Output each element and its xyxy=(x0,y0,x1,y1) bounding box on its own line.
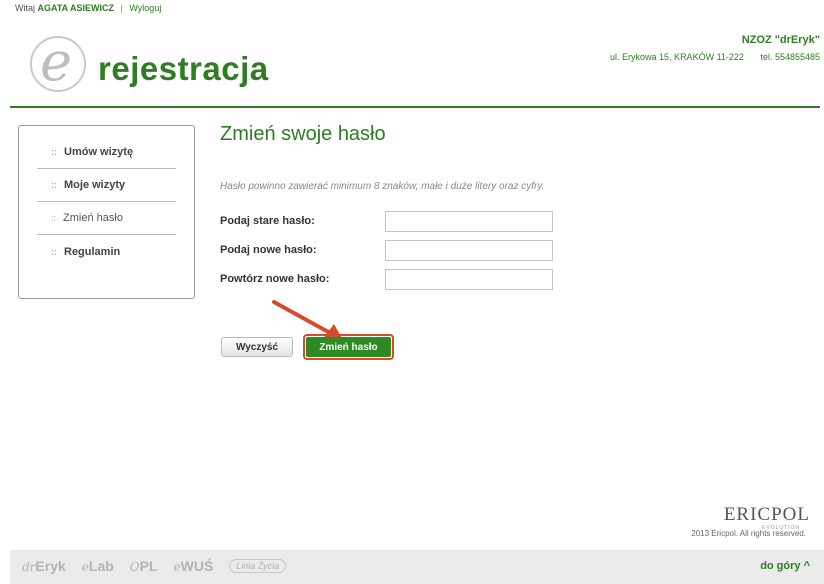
brand-name: WUŚ xyxy=(180,558,214,574)
footer: drEryk eLab OPL eWUŚ Linia Życia do góry… xyxy=(10,550,824,584)
change-password-button[interactable]: Zmień hasło xyxy=(306,337,391,357)
brand-prefix: e xyxy=(173,560,181,574)
logo-letter: e xyxy=(40,30,72,93)
footer-brand-ewus[interactable]: eWUŚ xyxy=(174,558,214,574)
brand-prefix: dr xyxy=(22,560,36,574)
clinic-address: ul. Erykowa 15, KRAKÓW 11-222 xyxy=(610,52,744,62)
sidebar-item-my-visits[interactable]: :: Moje wizyty xyxy=(37,169,176,202)
clinic-contact: ul. Erykowa 15, KRAKÓW 11-222 tel. 55485… xyxy=(610,52,820,62)
sidebar-item-label: Umów wizytę xyxy=(64,146,134,158)
sidebar-menu: :: Umów wizytę :: Moje wizyty :: Zmień h… xyxy=(18,125,195,299)
repeat-password-input[interactable] xyxy=(385,269,553,290)
header-divider xyxy=(10,106,820,108)
repeat-password-label: Powtórz nowe hasło: xyxy=(220,273,330,285)
footer-brands: drEryk eLab OPL eWUŚ Linia Życia xyxy=(22,558,287,574)
brand-name: PL xyxy=(139,558,158,574)
logout-link[interactable]: Wyloguj xyxy=(129,3,161,13)
sidebar-item-regulations[interactable]: :: Regulamin xyxy=(37,235,176,268)
separator: | xyxy=(120,3,123,13)
header: e rejestracja NZOZ "drEryk" ul. Erykowa … xyxy=(10,18,820,108)
bullet-icon: :: xyxy=(51,147,57,157)
page-title: Zmień swoje hasło xyxy=(220,123,386,145)
new-password-label: Podaj nowe hasło: xyxy=(220,244,317,256)
footer-brand-elab[interactable]: eLab xyxy=(82,558,114,574)
greeting-text: Witaj xyxy=(15,3,35,13)
brand-prefix: O xyxy=(129,560,140,574)
clinic-phone: tel. 554855485 xyxy=(760,52,820,62)
password-hint: Hasło powinno zawierać minimum 8 znaków,… xyxy=(220,181,545,192)
bullet-icon: :: xyxy=(51,180,57,190)
clinic-name: NZOZ "drEryk" xyxy=(741,34,820,46)
old-password-input[interactable] xyxy=(385,211,553,232)
repeat-password-row: Powtórz nowe hasło: xyxy=(220,269,560,291)
footer-brand-linia-zycia[interactable]: Linia Życia xyxy=(229,559,287,573)
brand-prefix: e xyxy=(81,560,89,574)
brand-name: Eryk xyxy=(35,558,66,574)
sidebar-item-label: Zmień hasło xyxy=(63,212,123,224)
bullet-icon: :: xyxy=(51,213,57,223)
sidebar-item-change-password[interactable]: :: Zmień hasło xyxy=(37,202,176,235)
back-to-top-link[interactable]: do góry ^ xyxy=(760,560,810,572)
erejestracja-logo[interactable]: e rejestracja xyxy=(28,32,318,102)
top-bar: Witaj AGATA ASIEWICZ | Wyloguj xyxy=(0,0,824,18)
clinic-info: NZOZ "drEryk" ul. Erykowa 15, KRAKÓW 11-… xyxy=(610,34,820,62)
new-password-row: Podaj nowe hasło: xyxy=(220,240,560,262)
user-name: AGATA ASIEWICZ xyxy=(37,3,115,13)
old-password-row: Podaj stare hasło: xyxy=(220,211,560,233)
sidebar-item-label: Regulamin xyxy=(64,245,121,258)
footer-brand-dreryk[interactable]: drEryk xyxy=(22,558,66,574)
sidebar-item-book-visit[interactable]: :: Umów wizytę xyxy=(37,136,176,169)
sidebar-item-label: Moje wizyty xyxy=(64,179,126,191)
ericpol-logo[interactable]: ERICPOL EVOLUTION xyxy=(690,500,810,531)
logo-text: rejestracja xyxy=(98,50,269,87)
brand-name: Lab xyxy=(88,558,114,574)
ericpol-wordmark: ERICPOL xyxy=(723,504,810,525)
clear-button[interactable]: Wyczyść xyxy=(221,337,293,357)
bullet-icon: :: xyxy=(51,246,57,257)
footer-brand-opl[interactable]: OPL xyxy=(130,558,158,574)
old-password-label: Podaj stare hasło: xyxy=(220,215,315,227)
copyright-text: 2013 Ericpol. All rights reserved. xyxy=(691,529,806,538)
new-password-input[interactable] xyxy=(385,240,553,261)
